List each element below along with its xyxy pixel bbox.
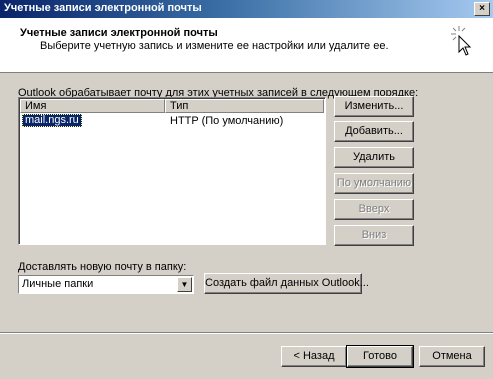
back-button[interactable]: < Назад: [281, 346, 347, 367]
wizard-header: Учетные записи электронной почты Выберит…: [0, 18, 493, 73]
close-button[interactable]: ×: [474, 2, 490, 16]
account-name-cell[interactable]: mail.ngs.ru: [22, 114, 82, 127]
column-header-name[interactable]: Имя: [20, 99, 165, 113]
deliver-folder-value: Личные папки: [22, 278, 94, 290]
remove-button[interactable]: Удалить: [334, 147, 414, 168]
footer-separator: [0, 332, 493, 334]
new-data-file-button[interactable]: Создать файл данных Outlook...: [204, 273, 369, 294]
accounts-list[interactable]: Имя Тип mail.ngs.ru HTTP (По умолчанию): [18, 97, 326, 245]
add-button[interactable]: Добавить...: [334, 121, 414, 142]
move-down-button[interactable]: Вниз: [334, 225, 414, 246]
column-header-type[interactable]: Тип: [165, 99, 324, 113]
pointer-click-icon: [451, 26, 472, 56]
account-type-cell: HTTP (По умолчанию): [170, 115, 284, 127]
set-default-button[interactable]: По умолчанию: [334, 173, 414, 194]
accounts-dialog: Учетные записи электронной почты × Учетн…: [0, 0, 493, 379]
finish-button[interactable]: Готово: [346, 345, 414, 368]
table-row[interactable]: mail.ngs.ru HTTP (По умолчанию): [20, 114, 323, 127]
chevron-down-icon[interactable]: ▼: [177, 277, 192, 292]
title-bar: Учетные записи электронной почты ×: [0, 0, 493, 18]
move-up-button[interactable]: Вверх: [334, 199, 414, 220]
window-title: Учетные записи электронной почты: [4, 2, 202, 14]
deliver-folder-select[interactable]: Личные папки ▼: [18, 275, 194, 294]
cancel-button[interactable]: Отмена: [419, 346, 485, 367]
deliver-folder-label: Доставлять новую почту в папку:: [18, 261, 187, 273]
change-button[interactable]: Изменить...: [334, 96, 414, 117]
header-subtitle: Выберите учетную запись и измените ее на…: [40, 40, 389, 52]
header-title: Учетные записи электронной почты: [20, 27, 218, 39]
